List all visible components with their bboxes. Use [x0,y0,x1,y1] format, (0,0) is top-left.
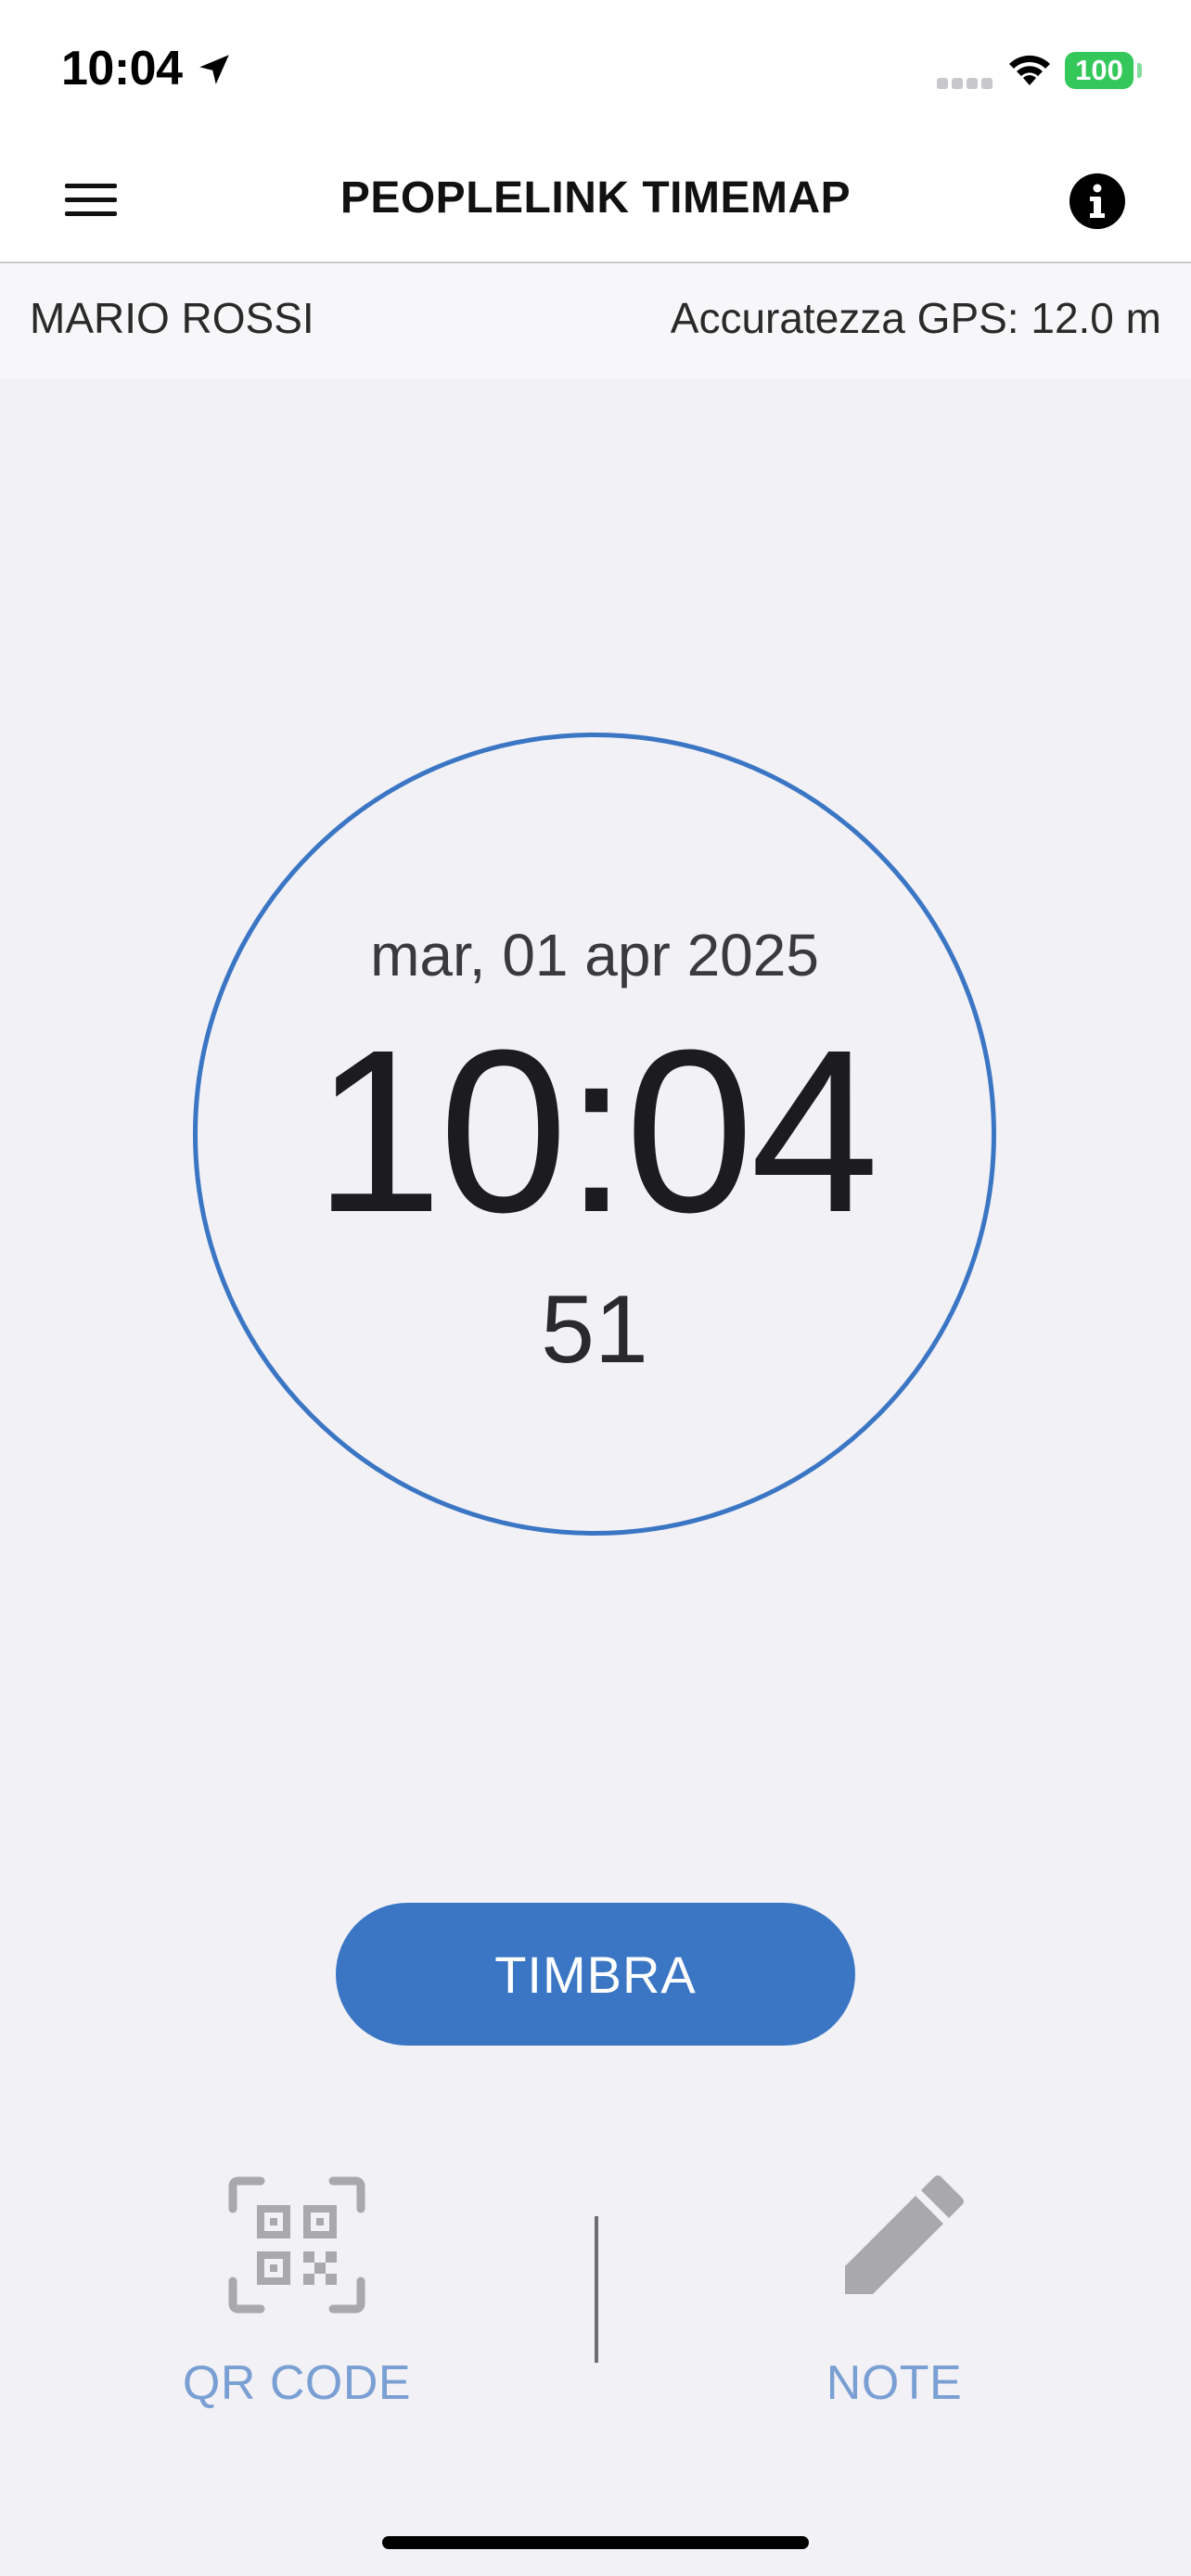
gps-accuracy: Accuratezza GPS: 12.0 m [670,294,1161,342]
user-name: MARIO ROSSI [30,294,314,342]
action-divider [595,2216,598,2363]
screen: 10:04 100 PEOPLELINK TIMEMAP MARIO ROSSI… [0,0,1191,2576]
battery-cap [1137,63,1142,78]
location-arrow-icon [199,55,229,84]
battery-level: 100 [1075,54,1123,86]
timbra-button[interactable]: TIMBRA [336,1903,855,2046]
info-icon[interactable] [1069,172,1126,230]
wifi-icon [1009,55,1050,85]
clock-date: mar, 01 apr 2025 [370,922,819,988]
note-button[interactable]: NOTE [727,2170,1061,2429]
clock-circle: mar, 01 apr 2025 10:04 51 [193,733,996,1536]
status-time: 10:04 [61,42,183,96]
note-label: NOTE [826,2356,963,2410]
home-indicator[interactable] [382,2536,809,2549]
pencil-icon [845,2175,964,2294]
qr-code-button[interactable]: QR CODE [130,2170,464,2429]
battery-icon: 100 [1065,52,1133,89]
qr-code-label: QR CODE [182,2356,412,2410]
status-bar: 10:04 100 [0,0,1191,139]
user-info-bar: MARIO ROSSI Accuratezza GPS: 12.0 m [0,263,1191,378]
clock-seconds: 51 [541,1276,648,1384]
qr-code-icon [228,2176,365,2314]
nav-bar: PEOPLELINK TIMEMAP [0,139,1191,263]
clock-time: 10:04 [314,1001,879,1260]
cellular-signal-icon [937,78,992,89]
page-title: PEOPLELINK TIMEMAP [339,173,852,223]
